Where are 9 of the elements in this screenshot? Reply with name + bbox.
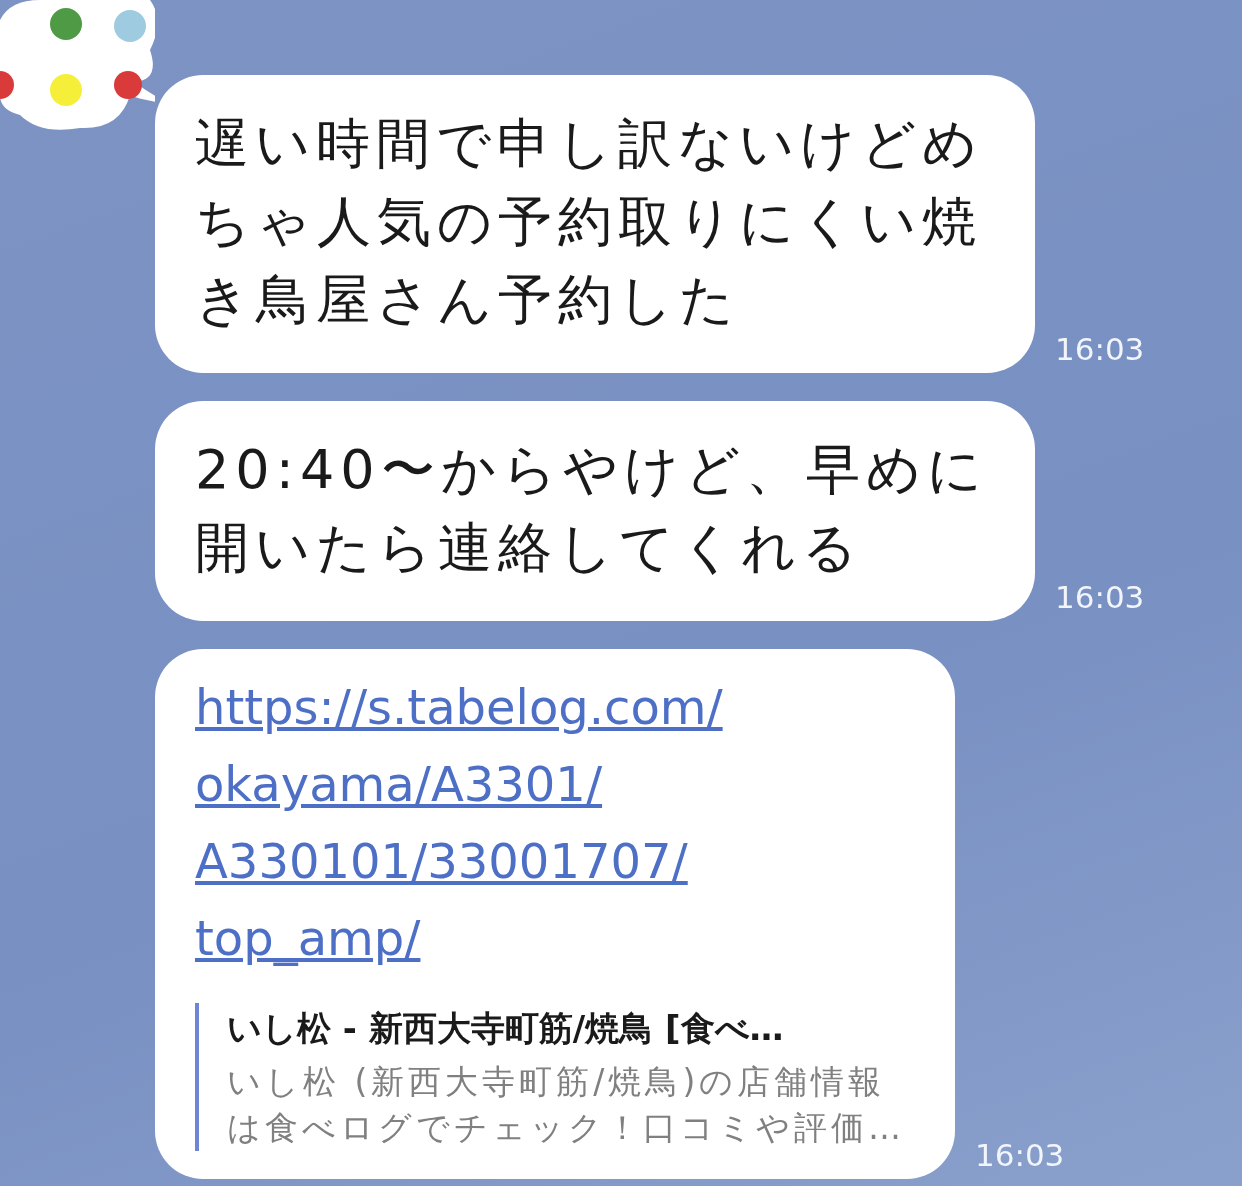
preview-title: いし松 - 新西大寺町筋/焼鳥 [食べ… (227, 1007, 785, 1050)
message-text: 20:40〜からやけど、早めに開いたら連絡してくれる (195, 437, 989, 581)
message-link[interactable]: https://s.tabelog.com/ okayama/A3301/ A330101/33001707/ top_amp/ (195, 669, 915, 977)
timestamp: 16:03 (1055, 579, 1145, 615)
link-preview[interactable]: いし松 - 新西大寺町筋/焼鳥 [食べ… いし松 (新西大寺町筋/焼鳥)の店舗情報は食べログでチェック！口コミや評価… (195, 1003, 915, 1151)
preview-description: いし松 (新西大寺町筋/焼鳥)の店舗情報は食べログでチェック！口コミや評価… (227, 1061, 906, 1149)
message-text: 遅い時間で申し訳ないけどめちゃ人気の予約取りにくい焼き鳥屋さん予約した (195, 111, 984, 333)
timestamp: 16:03 (1055, 331, 1145, 367)
timestamp: 16:03 (975, 1137, 1065, 1173)
